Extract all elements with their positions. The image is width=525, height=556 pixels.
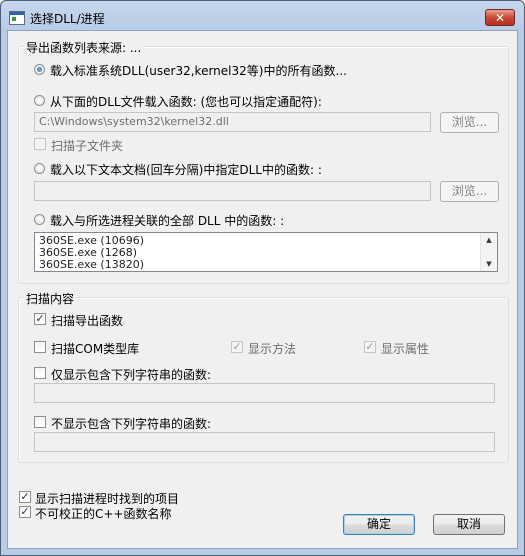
cancel-button[interactable]: 取消 [433, 514, 505, 535]
dll-path-field[interactable]: C:\Windows\system32\kernel32.dll [34, 112, 431, 132]
only-include-label[interactable]: 仅显示包含下列字符串的函数: [51, 366, 211, 383]
source-group-title: 导出函数列表来源: ... [24, 39, 144, 56]
radio-text-file-label[interactable]: 载入以下文本文档(回车分隔)中指定DLL中的函数: : [50, 161, 322, 178]
radio-process[interactable] [34, 214, 45, 225]
radio-dll-file[interactable] [34, 95, 45, 106]
only-include-field[interactable] [34, 383, 495, 403]
only-include-checkbox[interactable] [34, 367, 46, 379]
close-button[interactable]: ✕ [485, 9, 515, 26]
radio-dll-file-label[interactable]: 从下面的DLL文件载入函数: (您也可以指定通配符): [50, 93, 322, 110]
scan-com-checkbox[interactable] [34, 341, 46, 353]
show-methods-label[interactable]: 显示方法 [248, 340, 296, 357]
ok-button[interactable]: 确定 [343, 514, 415, 535]
exclude-field[interactable] [34, 432, 495, 452]
scan-group-title: 扫描内容 [24, 290, 77, 307]
scroll-up-icon[interactable]: ▲ [481, 234, 497, 246]
scan-exports-label[interactable]: 扫描导出函数 [51, 312, 123, 329]
browse-dll-button[interactable]: 浏览... [440, 112, 499, 133]
show-methods-checkbox[interactable]: ✓ [231, 341, 243, 353]
radio-system-dll[interactable] [34, 64, 45, 75]
app-icon [9, 11, 25, 25]
undecorated-checkbox[interactable]: ✓ [19, 506, 31, 518]
scan-exports-checkbox[interactable]: ✓ [34, 313, 46, 325]
show-found-checkbox[interactable]: ✓ [19, 491, 31, 503]
undecorated-label[interactable]: 不可校正的C++函数名称 [35, 505, 172, 522]
list-item[interactable]: 360SE.exe (13820) [39, 258, 144, 271]
scan-subfolders-label[interactable]: 扫描子文件夹 [51, 137, 123, 154]
radio-text-file[interactable] [34, 163, 45, 174]
window-title: 选择DLL/进程 [30, 12, 105, 26]
exclude-label[interactable]: 不显示包含下列字符串的函数: [51, 415, 211, 432]
exclude-checkbox[interactable] [34, 416, 46, 428]
browse-text-button[interactable]: 浏览... [440, 181, 499, 202]
show-properties-checkbox[interactable]: ✓ [364, 341, 376, 353]
list-scrollbar[interactable]: ▲ ▼ [480, 233, 497, 271]
scan-subfolders-checkbox[interactable] [34, 138, 46, 150]
text-file-field[interactable] [34, 181, 431, 201]
scroll-down-icon[interactable]: ▼ [481, 258, 497, 270]
scan-com-label[interactable]: 扫描COM类型库 [51, 340, 139, 357]
radio-process-label[interactable]: 载入与所选进程关联的全部 DLL 中的函数: : [50, 212, 284, 229]
show-properties-label[interactable]: 显示属性 [381, 340, 429, 357]
radio-system-dll-label[interactable]: 载入标准系统DLL(user32,kernel32等)中的所有函数... [50, 62, 347, 79]
process-listbox[interactable]: 360SE.exe (10696) 360SE.exe (1268) 360SE… [34, 232, 498, 272]
